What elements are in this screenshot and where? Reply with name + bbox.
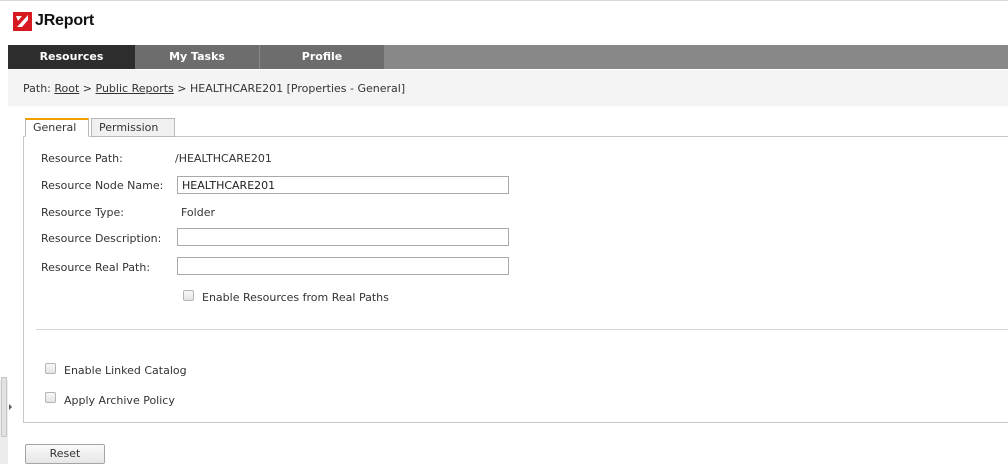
real-path-input[interactable] [177,257,509,275]
resource-type-value: Folder [181,206,215,219]
expand-arrow-icon [9,404,12,410]
reset-button[interactable]: Reset [25,444,105,464]
main-nav: Resources My Tasks Profile [8,45,1008,69]
enable-real-paths-label: Enable Resources from Real Paths [202,291,389,304]
node-name-input[interactable] [177,176,509,194]
resource-path-value: /HEALTHCARE201 [175,152,272,165]
breadcrumb-separator: > [177,82,187,95]
apply-archive-policy-label: Apply Archive Policy [64,394,175,407]
app-logo: JReport [13,10,94,32]
node-name-label: Resource Node Name: [41,179,164,192]
breadcrumb-root-link[interactable]: Root [54,82,79,95]
breadcrumb-separator: > [82,82,93,95]
nav-tab-my-tasks[interactable]: My Tasks [135,45,259,69]
section-divider [36,329,1008,330]
breadcrumb-public-reports-link[interactable]: Public Reports [96,82,174,95]
breadcrumb-prefix: Path: [23,82,51,95]
app-title: JReport [35,12,95,29]
tab-permission[interactable]: Permission [91,118,175,137]
top-border [0,0,1008,1]
resource-type-label: Resource Type: [41,206,124,219]
description-input[interactable] [177,228,509,246]
nav-tab-resources[interactable]: Resources [8,45,135,69]
jreport-logo-icon [13,11,32,31]
nav-tab-profile[interactable]: Profile [259,45,384,69]
enable-linked-catalog-label: Enable Linked Catalog [64,364,187,377]
breadcrumb: Path: Root > Public Reports > HEALTHCARE… [23,82,405,95]
breadcrumb-bar: Path: Root > Public Reports > HEALTHCARE… [8,70,1008,106]
enable-linked-catalog-checkbox[interactable] [45,363,56,374]
sidebar-expand-handle[interactable] [1,377,7,437]
real-path-label: Resource Real Path: [41,261,151,274]
enable-real-paths-checkbox[interactable] [183,290,194,301]
description-label: Resource Description: [41,232,162,245]
resource-path-label: Resource Path: [41,152,123,165]
properties-panel [23,136,1008,423]
apply-archive-policy-checkbox[interactable] [45,392,56,403]
tab-general[interactable]: General [25,118,89,137]
breadcrumb-current: HEALTHCARE201 [Properties - General] [189,82,406,95]
